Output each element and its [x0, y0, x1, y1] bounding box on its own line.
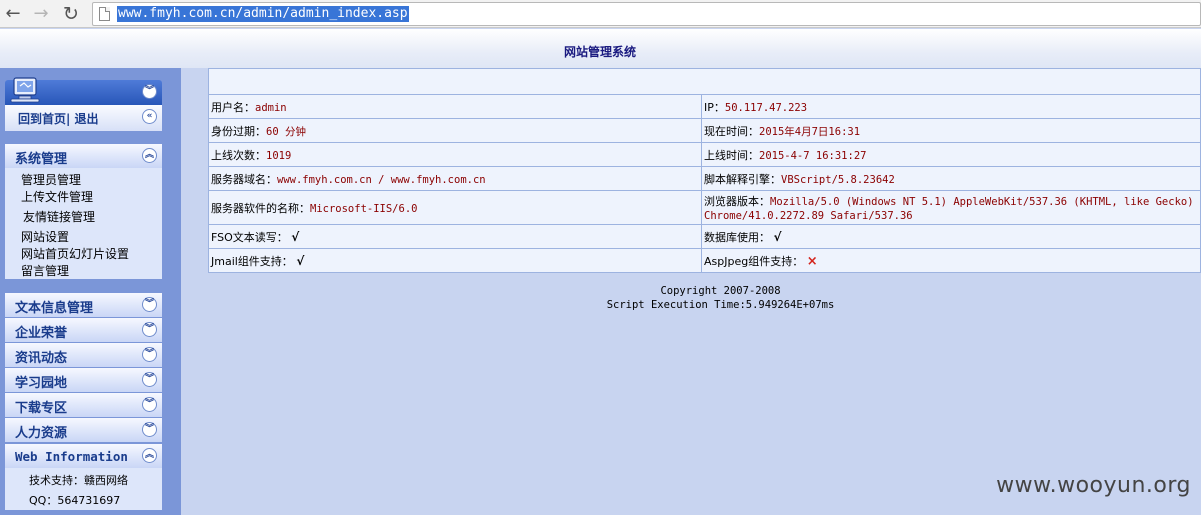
home-logout-row: 回到首页| 退出 «: [5, 105, 162, 131]
expire-value: 60 分钟: [266, 125, 306, 138]
forward-arrow-icon[interactable]: →: [30, 3, 52, 25]
sidebar-collapse-icon[interactable]: «: [142, 109, 157, 124]
expand-icon[interactable]: ︾: [142, 297, 157, 312]
script-engine-value: VBScript/5.8.23642: [781, 173, 895, 186]
jmail-label: Jmail组件支持：: [211, 254, 293, 268]
collapse-icon[interactable]: ︽: [142, 148, 157, 163]
last-login-value: 2015-4-7 16:31:27: [759, 149, 867, 162]
system-panel: 系统管理 ︽ 管理员管理 上传文件管理 友情链接管理 网站设置 网站首页幻灯片设…: [5, 144, 162, 279]
web-info-panel: Web Information ︽ 技术支持：赣西网络 QQ：564731697: [5, 444, 162, 510]
table-row: 上线次数：1019 上线时间：2015-4-7 16:31:27: [208, 142, 1201, 167]
section-news[interactable]: 资讯动态 ︾: [5, 343, 162, 367]
domain-label: 服务器域名：: [211, 172, 277, 186]
browser-version-value-1: Mozilla/5.0 (Windows NT 5.1) AppleWebKit…: [770, 195, 1194, 208]
section-downloads[interactable]: 下载专区 ︾: [5, 393, 162, 417]
section-hr[interactable]: 人力资源 ︾: [5, 418, 162, 442]
now-time-value: 2015年4月7日16:31: [759, 125, 861, 138]
menu-messages-manage[interactable]: 留言管理: [21, 262, 69, 279]
web-info-title: Web Information: [15, 449, 128, 464]
web-info-header[interactable]: Web Information ︽: [5, 444, 162, 468]
check-icon: √: [296, 253, 305, 268]
username-value: admin: [255, 101, 287, 114]
tech-support-text: 技术支持：赣西网络: [29, 474, 128, 487]
ip-value: 50.117.47.223: [724, 101, 808, 114]
server-software-value: Microsoft-IIS/6.0: [310, 202, 418, 215]
table-row: 身份过期：60 分钟 现在时间：2015年4月7日16:31: [208, 118, 1201, 143]
browser-toolbar: ← → ↻ www.fmyh.com.cn/admin/admin_index.…: [0, 0, 1201, 28]
table-row: 服务器软件的名称：Microsoft-IIS/6.0 浏览器版本：Mozilla…: [208, 190, 1201, 225]
aspjpeg-label: AspJpeg组件支持：: [704, 254, 804, 268]
url-text[interactable]: www.fmyh.com.cn/admin/admin_index.asp: [117, 6, 409, 22]
collapse-toggle-icon[interactable]: ︾: [142, 84, 157, 99]
sidebar: ︾ 回到首页| 退出 « 系统管理 ︽ 管理员管理 上传文件管理 友情链接管理 …: [0, 68, 181, 515]
check-icon: √: [291, 229, 300, 244]
server-info-table: 用户名：admin IP：50.117.47.223 身份过期：60 分钟 现在…: [208, 68, 1201, 273]
collapse-icon[interactable]: ︽: [142, 448, 157, 463]
section-title: 文本信息管理: [15, 301, 94, 316]
expand-icon[interactable]: ︾: [142, 422, 157, 437]
browser-version-value-2: Chrome/41.0.2272.89 Safari/537.36: [704, 209, 913, 222]
address-bar[interactable]: www.fmyh.com.cn/admin/admin_index.asp: [92, 2, 1201, 26]
last-login-label: 上线时间：: [704, 148, 759, 162]
section-title: 资讯动态: [15, 351, 68, 366]
now-time-label: 现在时间：: [704, 124, 759, 138]
back-arrow-icon[interactable]: ←: [2, 3, 24, 25]
execution-time-text: Script Execution Time:5.949264E+07ms: [606, 299, 835, 311]
qq-text: QQ：564731697: [29, 494, 121, 507]
browser-version-label: 浏览器版本：: [704, 194, 770, 208]
system-panel-header[interactable]: 系统管理 ︽: [5, 144, 162, 168]
menu-upload-manage[interactable]: 上传文件管理: [21, 188, 93, 205]
table-row: 服务器域名：www.fmyh.com.cn / www.fmyh.com.cn …: [208, 166, 1201, 191]
reload-icon[interactable]: ↻: [60, 3, 82, 25]
admin-computer-icon: [10, 77, 40, 103]
home-logout-links[interactable]: 回到首页| 退出: [18, 110, 99, 127]
expand-icon[interactable]: ︾: [142, 397, 157, 412]
cross-icon: ×: [806, 253, 818, 269]
menu-site-settings[interactable]: 网站设置: [21, 228, 69, 245]
expand-icon[interactable]: ︾: [142, 347, 157, 362]
logins-label: 上线次数：: [211, 148, 266, 162]
page-title: 网站管理系统: [563, 45, 637, 59]
expire-label: 身份过期：: [211, 124, 266, 138]
table-row: 用户名：admin IP：50.117.47.223: [208, 94, 1201, 119]
expand-icon[interactable]: ︾: [142, 372, 157, 387]
section-title: 人力资源: [15, 426, 68, 441]
fso-label: FSO文本读写：: [211, 230, 288, 244]
expand-icon[interactable]: ︾: [142, 322, 157, 337]
page-icon: [99, 7, 110, 21]
domain-value: www.fmyh.com.cn / www.fmyh.com.cn: [277, 173, 486, 186]
section-title: 企业荣誉: [15, 326, 68, 341]
ip-label: IP：: [704, 100, 725, 114]
script-engine-label: 脚本解释引擎：: [704, 172, 781, 186]
copyright-text: Copyright 2007-2008: [660, 285, 781, 297]
logins-value: 1019: [266, 149, 292, 162]
server-software-label: 服务器软件的名称：: [211, 201, 310, 215]
system-panel-title: 系统管理: [15, 152, 68, 167]
menu-slideshow-settings[interactable]: 网站首页幻灯片设置: [21, 245, 129, 262]
check-icon: √: [773, 229, 782, 244]
sidebar-logo-header: ︾: [5, 77, 162, 105]
table-row: FSO文本读写： √ 数据库使用： √: [208, 224, 1201, 249]
menu-admin-manage[interactable]: 管理员管理: [21, 171, 81, 188]
table-row: [208, 68, 1201, 95]
section-title: 下载专区: [15, 401, 68, 416]
section-text-info[interactable]: 文本信息管理 ︾: [5, 293, 162, 317]
table-row: Jmail组件支持： √ AspJpeg组件支持： ×: [208, 248, 1201, 273]
menu-links-manage[interactable]: 友情链接管理: [23, 208, 95, 225]
section-honors[interactable]: 企业荣誉 ︾: [5, 318, 162, 342]
section-learning[interactable]: 学习园地 ︾: [5, 368, 162, 392]
username-label: 用户名：: [211, 100, 255, 114]
database-label: 数据库使用：: [704, 230, 770, 244]
watermark-text: www.wooyun.org: [996, 473, 1191, 498]
footer: Copyright 2007-2008 Script Execution Tim…: [208, 284, 1201, 312]
section-title: 学习园地: [15, 376, 68, 391]
